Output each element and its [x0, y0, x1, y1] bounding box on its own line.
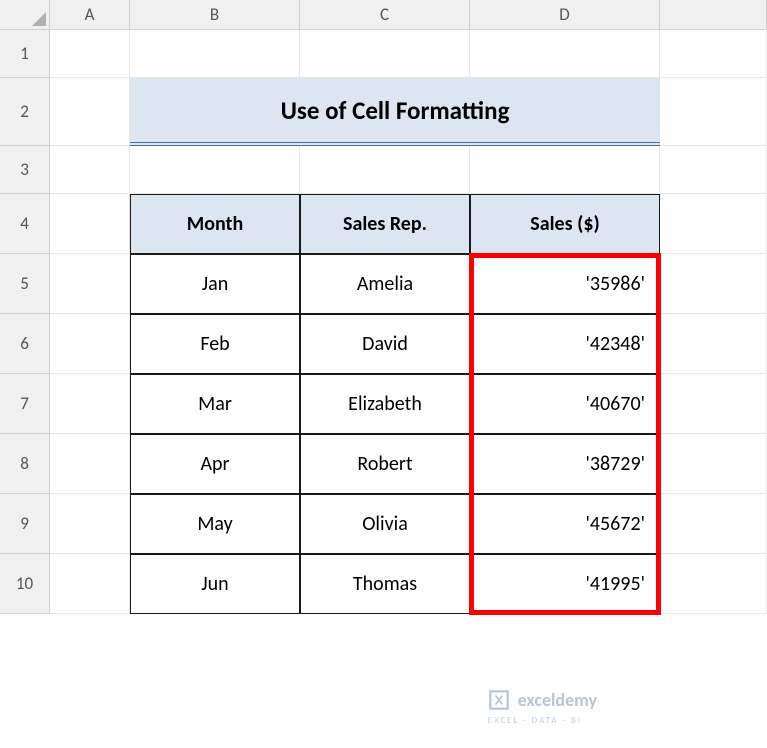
- cell-a7[interactable]: [50, 374, 130, 434]
- header-rep[interactable]: Sales Rep.: [300, 194, 470, 254]
- cell-e7[interactable]: [660, 374, 767, 434]
- cell-rep-2[interactable]: Elizabeth: [300, 374, 470, 434]
- excel-icon: [486, 687, 512, 713]
- cell-b1[interactable]: [130, 30, 300, 78]
- cell-d3[interactable]: [470, 146, 660, 194]
- cell-rep-0[interactable]: Amelia: [300, 254, 470, 314]
- cell-a1[interactable]: [50, 30, 130, 78]
- header-sales[interactable]: Sales ($): [470, 194, 660, 254]
- cell-b3[interactable]: [130, 146, 300, 194]
- row-header-3[interactable]: 3: [0, 146, 50, 194]
- row-header-4[interactable]: 4: [0, 194, 50, 254]
- cell-a9[interactable]: [50, 494, 130, 554]
- cell-sales-1[interactable]: '42348': [470, 314, 660, 374]
- select-all-corner[interactable]: [0, 0, 50, 30]
- watermark-text: exceldemy: [518, 689, 597, 711]
- row-header-5[interactable]: 5: [0, 254, 50, 314]
- row-header-9[interactable]: 9: [0, 494, 50, 554]
- row-header-10[interactable]: 10: [0, 554, 50, 614]
- cell-a8[interactable]: [50, 434, 130, 494]
- row-header-1[interactable]: 1: [0, 30, 50, 78]
- cell-month-2[interactable]: Mar: [130, 374, 300, 434]
- cell-a6[interactable]: [50, 314, 130, 374]
- cell-month-1[interactable]: Feb: [130, 314, 300, 374]
- cell-rep-5[interactable]: Thomas: [300, 554, 470, 614]
- cell-e5[interactable]: [660, 254, 767, 314]
- cell-sales-3[interactable]: '38729': [470, 434, 660, 494]
- col-header-blank: [660, 0, 767, 30]
- row-header-2[interactable]: 2: [0, 78, 50, 146]
- cell-e4[interactable]: [660, 194, 767, 254]
- cell-e8[interactable]: [660, 434, 767, 494]
- cell-c1[interactable]: [300, 30, 470, 78]
- cell-a4[interactable]: [50, 194, 130, 254]
- watermark-sub: EXCEL · DATA · BI: [488, 715, 582, 726]
- cell-month-4[interactable]: May: [130, 494, 300, 554]
- cell-rep-3[interactable]: Robert: [300, 434, 470, 494]
- cell-e2[interactable]: [660, 78, 767, 146]
- cell-a3[interactable]: [50, 146, 130, 194]
- cell-e6[interactable]: [660, 314, 767, 374]
- cell-month-3[interactable]: Apr: [130, 434, 300, 494]
- cell-a10[interactable]: [50, 554, 130, 614]
- cell-e9[interactable]: [660, 494, 767, 554]
- cell-d1[interactable]: [470, 30, 660, 78]
- title-cell[interactable]: Use of Cell Formatting: [130, 78, 660, 146]
- cell-sales-5[interactable]: '41995': [470, 554, 660, 614]
- spreadsheet-grid[interactable]: A B C D 1 2 Use of Cell Formatting 3 4 M…: [0, 0, 767, 614]
- col-header-a[interactable]: A: [50, 0, 130, 30]
- cell-sales-0[interactable]: '35986': [470, 254, 660, 314]
- cell-rep-1[interactable]: David: [300, 314, 470, 374]
- row-header-7[interactable]: 7: [0, 374, 50, 434]
- cell-sales-2[interactable]: '40670': [470, 374, 660, 434]
- row-header-8[interactable]: 8: [0, 434, 50, 494]
- col-header-c[interactable]: C: [300, 0, 470, 30]
- col-header-b[interactable]: B: [130, 0, 300, 30]
- cell-sales-4[interactable]: '45672': [470, 494, 660, 554]
- cell-a5[interactable]: [50, 254, 130, 314]
- cell-e10[interactable]: [660, 554, 767, 614]
- cell-month-5[interactable]: Jun: [130, 554, 300, 614]
- cell-c3[interactable]: [300, 146, 470, 194]
- watermark: exceldemy: [486, 687, 597, 713]
- cell-rep-4[interactable]: Olivia: [300, 494, 470, 554]
- row-header-6[interactable]: 6: [0, 314, 50, 374]
- cell-a2[interactable]: [50, 78, 130, 146]
- cell-e3[interactable]: [660, 146, 767, 194]
- header-month[interactable]: Month: [130, 194, 300, 254]
- cell-e1[interactable]: [660, 30, 767, 78]
- cell-month-0[interactable]: Jan: [130, 254, 300, 314]
- col-header-d[interactable]: D: [470, 0, 660, 30]
